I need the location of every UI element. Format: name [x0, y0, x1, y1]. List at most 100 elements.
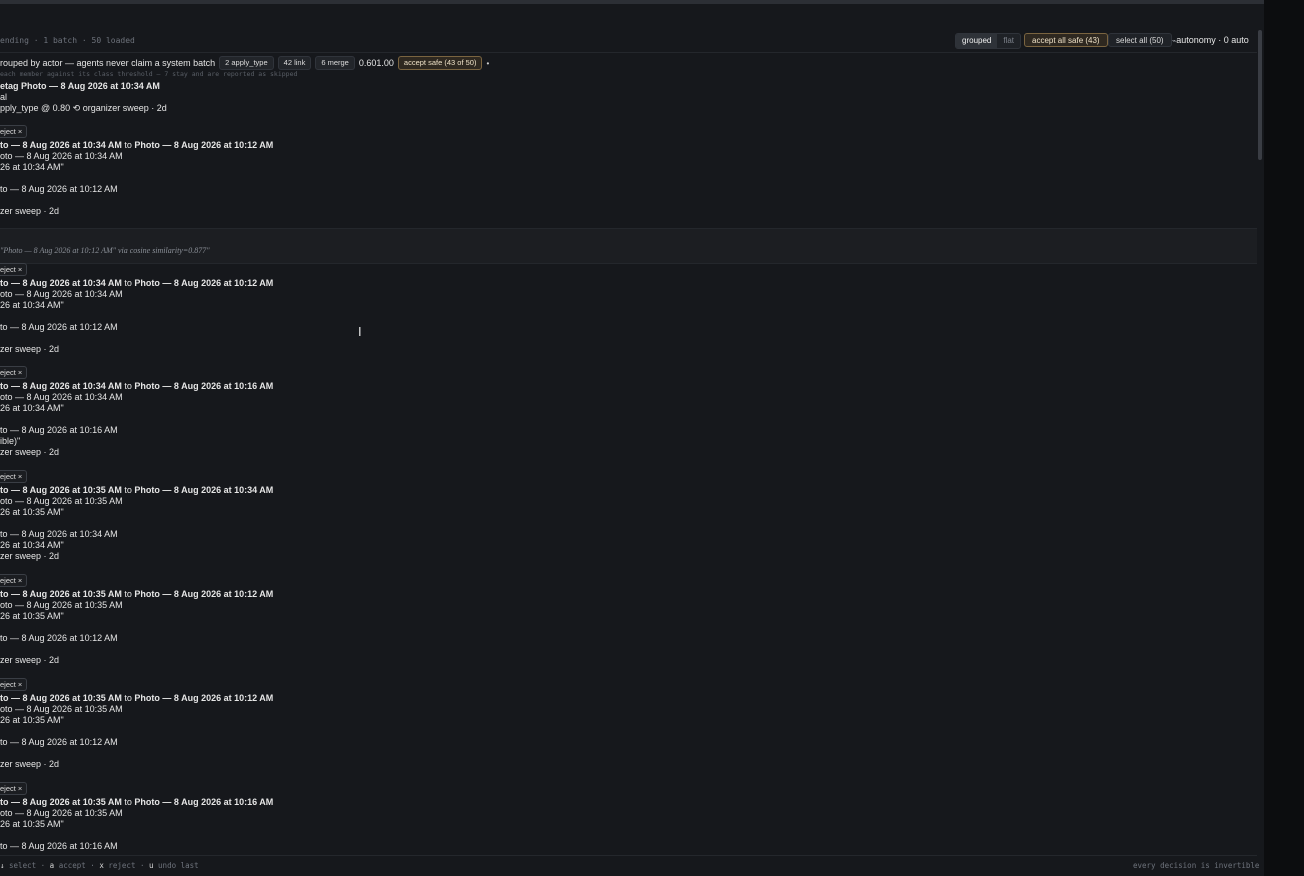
merge-target: to — 8 Aug 2026 at 10:12 AM: [0, 737, 118, 747]
autonomy-label: autonomy · 0 auto: [1176, 35, 1249, 45]
keyboard-shortcuts: ↓ select · a accept · x reject · u undo …: [0, 861, 199, 870]
merge-source: oto — 8 Aug 2026 at 10:34 AM: [0, 289, 123, 299]
merge-title: to — 8 Aug 2026 at 10:35 AM to Photo — 8…: [0, 485, 273, 495]
merge-quote: 26 at 10:34 AM": [0, 300, 64, 310]
threshold-hint: each member against its class threshold …: [0, 70, 298, 78]
pill-merge[interactable]: 6 merge: [315, 56, 355, 70]
merge-to: Photo — 8 Aug 2026 at 10:12 AM: [134, 140, 274, 150]
select-all-button[interactable]: select all (50): [1108, 33, 1172, 47]
shortcut-undo-key: u: [149, 861, 154, 870]
merge-target: to — 8 Aug 2026 at 10:12 AM: [0, 184, 118, 194]
merge-source: oto — 8 Aug 2026 at 10:34 AM: [0, 392, 123, 402]
merge-sweep: zer sweep · 2d: [0, 551, 60, 561]
merge-source: oto — 8 Aug 2026 at 10:35 AM: [0, 600, 123, 610]
merge-from: to — 8 Aug 2026 at 10:34 AM: [0, 278, 122, 288]
group-header: rouped by actor — agents never claim a s…: [0, 56, 489, 70]
merge-to: Photo — 8 Aug 2026 at 10:12 AM: [134, 693, 274, 703]
reject-button[interactable]: eject ×: [0, 263, 28, 276]
group-dot: •: [486, 58, 490, 68]
retag-prefix: etag: [0, 81, 19, 91]
merge-target: to — 8 Aug 2026 at 10:34 AM: [0, 529, 118, 539]
merge-to-word: to: [124, 485, 132, 495]
scrollbar-thumb[interactable]: [1258, 30, 1262, 160]
threshold-range: 0.601.00: [358, 58, 394, 68]
merge-from: to — 8 Aug 2026 at 10:34 AM: [0, 140, 122, 150]
merge-source: oto — 8 Aug 2026 at 10:35 AM: [0, 808, 123, 818]
retag-meta: pply_type @ 0.80 ⟲ organizer sweep · 2d: [0, 103, 167, 113]
shortcut-accept: accept ·: [58, 861, 95, 870]
retag-line: etag Photo — 8 Aug 2026 at 10:34 AM: [0, 81, 160, 91]
similarity-note: "Photo — 8 Aug 2026 at 10:12 AM" via cos…: [0, 246, 210, 255]
accept-safe-button[interactable]: accept safe (43 of 50): [397, 56, 483, 70]
merge-sweep: zer sweep · 2d: [0, 344, 60, 354]
queue-status: ending · 1 batch · 50 loaded: [0, 36, 135, 45]
merge-quote: 26 at 10:34 AM": [0, 403, 64, 413]
retag-target: Photo — 8 Aug 2026 at 10:34 AM: [21, 81, 160, 91]
view-flat-button[interactable]: flat: [997, 34, 1020, 48]
pill-apply-type[interactable]: 2 apply_type: [219, 56, 274, 70]
merge-target: to — 8 Aug 2026 at 10:12 AM: [0, 322, 118, 332]
shortcut-select-key: ↓: [0, 861, 5, 870]
merge-title: to — 8 Aug 2026 at 10:35 AM to Photo — 8…: [0, 797, 273, 807]
merge-to-word: to: [124, 589, 132, 599]
pill-link[interactable]: 42 link: [277, 56, 312, 70]
merge-title: to — 8 Aug 2026 at 10:34 AM to Photo — 8…: [0, 140, 273, 150]
merge-extra: ible)": [0, 436, 21, 446]
right-gutter: [1264, 0, 1304, 876]
reject-button[interactable]: eject ×: [0, 574, 28, 587]
merge-from: to — 8 Aug 2026 at 10:35 AM: [0, 485, 122, 495]
merge-source: oto — 8 Aug 2026 at 10:34 AM: [0, 151, 123, 161]
merge-sweep: zer sweep · 2d: [0, 759, 60, 769]
merge-to: Photo — 8 Aug 2026 at 10:12 AM: [134, 589, 274, 599]
merge-title: to — 8 Aug 2026 at 10:34 AM to Photo — 8…: [0, 278, 273, 288]
reject-button[interactable]: eject ×: [0, 678, 28, 691]
merge-from: to — 8 Aug 2026 at 10:35 AM: [0, 797, 122, 807]
view-toggle: grouped flat: [955, 33, 1022, 49]
merge-quote: 26 at 10:35 AM": [0, 715, 64, 725]
shortcut-reject: reject ·: [108, 861, 145, 870]
retag-type: al: [0, 92, 8, 102]
merge-title: to — 8 Aug 2026 at 10:35 AM to Photo — 8…: [0, 693, 273, 703]
merge-to-word: to: [124, 797, 132, 807]
merge-to-word: to: [124, 278, 132, 288]
merge-quote: 26 at 10:35 AM": [0, 507, 64, 517]
merge-target: to — 8 Aug 2026 at 10:16 AM: [0, 841, 118, 851]
merge-quote: 26 at 10:35 AM": [0, 611, 64, 621]
merge-title: to — 8 Aug 2026 at 10:35 AM to Photo — 8…: [0, 589, 273, 599]
autonomy-status[interactable]: ⌁autonomy · 0 auto: [1172, 35, 1249, 45]
merge-quote: 26 at 10:35 AM": [0, 819, 64, 829]
text-cursor-icon: I: [358, 324, 362, 339]
merge-target: to — 8 Aug 2026 at 10:12 AM: [0, 633, 118, 643]
merge-extra: 26 at 10:34 AM": [0, 540, 64, 550]
reject-button[interactable]: eject ×: [0, 470, 28, 483]
merge-from: to — 8 Aug 2026 at 10:35 AM: [0, 589, 122, 599]
accept-all-safe-button[interactable]: accept all safe (43): [1024, 33, 1108, 47]
group-title: rouped by actor — agents never claim a s…: [0, 58, 216, 68]
shortcut-accept-key: a: [49, 861, 55, 870]
reject-button[interactable]: eject ×: [0, 366, 28, 379]
merge-to-word: to: [124, 693, 132, 703]
merge-target: to — 8 Aug 2026 at 10:16 AM: [0, 425, 118, 435]
view-grouped-button[interactable]: grouped: [956, 34, 998, 48]
merge-to: Photo — 8 Aug 2026 at 10:16 AM: [134, 797, 274, 807]
merge-to: Photo — 8 Aug 2026 at 10:12 AM: [134, 278, 274, 288]
merge-source: oto — 8 Aug 2026 at 10:35 AM: [0, 704, 123, 714]
shortcut-undo: undo last: [158, 861, 199, 870]
merge-sweep: zer sweep · 2d: [0, 655, 60, 665]
merge-to-word: to: [124, 140, 132, 150]
merge-quote: 26 at 10:34 AM": [0, 162, 64, 172]
shortcut-reject-key: x: [99, 861, 104, 870]
merge-sweep: zer sweep · 2d: [0, 447, 60, 457]
merge-to: Photo — 8 Aug 2026 at 10:34 AM: [134, 485, 274, 495]
merge-to: Photo — 8 Aug 2026 at 10:16 AM: [134, 381, 274, 391]
merge-from: to — 8 Aug 2026 at 10:35 AM: [0, 693, 122, 703]
reject-button[interactable]: eject ×: [0, 125, 28, 138]
merge-title: to — 8 Aug 2026 at 10:34 AM to Photo — 8…: [0, 381, 273, 391]
reject-button[interactable]: eject ×: [0, 782, 28, 795]
merge-from: to — 8 Aug 2026 at 10:34 AM: [0, 381, 122, 391]
merge-sweep: zer sweep · 2d: [0, 206, 60, 216]
merge-to-word: to: [124, 381, 132, 391]
window-top-strip: [0, 0, 1264, 4]
invertible-note: every decision is invertible: [1133, 861, 1260, 870]
merge-source: oto — 8 Aug 2026 at 10:35 AM: [0, 496, 123, 506]
